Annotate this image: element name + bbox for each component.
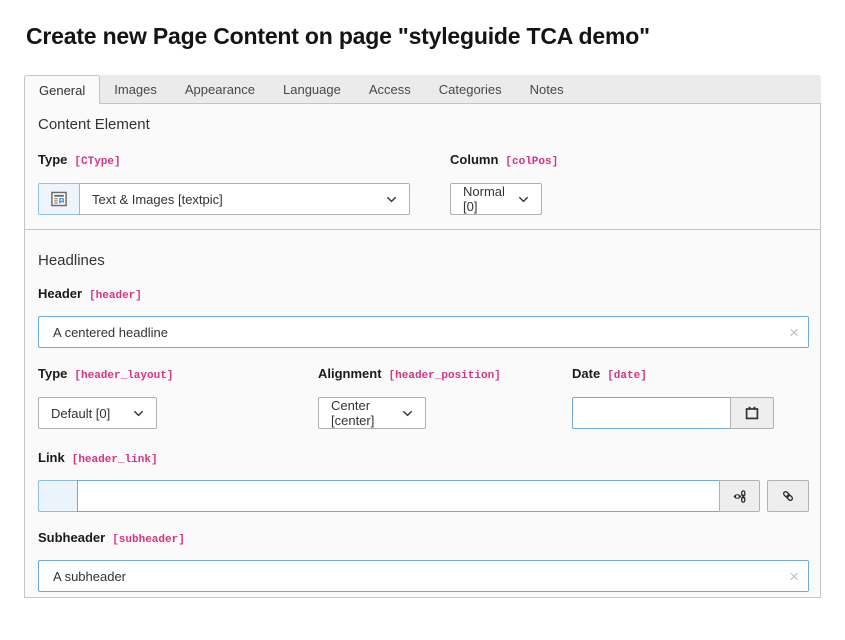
- colpos-select[interactable]: Normal [0]: [450, 183, 542, 215]
- tab-bar: General Images Appearance Language Acces…: [24, 75, 821, 103]
- field-code: [header_layout]: [74, 370, 173, 382]
- field-code: [date]: [607, 370, 647, 382]
- field-code: [header_position]: [389, 370, 501, 382]
- chevron-down-icon: [400, 406, 415, 421]
- ctype-select[interactable]: Text & Images [textpic]: [79, 183, 410, 215]
- section-heading: Content Element: [38, 116, 807, 134]
- link-type-addon: [38, 480, 78, 512]
- field-label-header-layout: Type [header_layout]: [38, 366, 318, 384]
- tab-access[interactable]: Access: [355, 75, 425, 103]
- selected-option: Normal [0]: [463, 184, 506, 214]
- date-input[interactable]: [572, 397, 731, 429]
- preview-link-icon: [731, 488, 748, 505]
- tab-notes[interactable]: Notes: [516, 75, 578, 103]
- field-label-colpos: Column [colPos]: [450, 152, 807, 170]
- section-heading: Headlines: [38, 252, 807, 270]
- record-edit-form: General Images Appearance Language Acces…: [24, 75, 821, 598]
- label-text: Header: [38, 286, 82, 301]
- tab-appearance[interactable]: Appearance: [171, 75, 269, 103]
- header-position-select[interactable]: Center [center]: [318, 397, 426, 429]
- section-content-element: Content Element Type [CType] Column [colPo…: [24, 103, 821, 230]
- header-layout-select[interactable]: Default [0]: [38, 397, 157, 429]
- tab-categories[interactable]: Categories: [425, 75, 516, 103]
- field-code: [CType]: [74, 156, 120, 168]
- label-text: Alignment: [318, 366, 382, 381]
- page-title: Create new Page Content on page "stylegu…: [26, 23, 650, 50]
- chevron-down-icon: [516, 192, 531, 207]
- label-text: Subheader: [38, 530, 105, 545]
- label-text: Link: [38, 450, 65, 465]
- tab-language[interactable]: Language: [269, 75, 355, 103]
- field-code: [colPos]: [505, 156, 558, 168]
- date-picker-button[interactable]: [730, 397, 774, 429]
- calendar-icon: [744, 405, 760, 421]
- chevron-down-icon: [131, 406, 146, 421]
- label-text: Type: [38, 152, 67, 167]
- clear-input-button[interactable]: ×: [789, 316, 799, 348]
- tab-general[interactable]: General: [24, 75, 100, 104]
- link-browser-icon: [780, 488, 796, 504]
- field-label-date: Date [date]: [572, 366, 807, 384]
- label-text: Date: [572, 366, 600, 381]
- selected-option: Default [0]: [51, 406, 110, 421]
- link-browser-button[interactable]: [767, 480, 809, 512]
- field-label-header-position: Alignment [header_position]: [318, 366, 572, 384]
- field-code: [header]: [89, 290, 142, 302]
- field-label-subheader: Subheader [subheader]: [38, 530, 807, 548]
- section-headlines: Headlines Header [header] × Type [header_l…: [24, 230, 821, 598]
- tab-images[interactable]: Images: [100, 75, 171, 103]
- label-text: Column: [450, 152, 498, 167]
- textpic-icon: [38, 183, 80, 215]
- field-code: [header_link]: [72, 454, 158, 466]
- selected-option: Center [center]: [331, 398, 390, 428]
- header-input[interactable]: [38, 316, 809, 348]
- chevron-down-icon: [384, 192, 399, 207]
- link-explanation-toggle-button[interactable]: [719, 480, 760, 512]
- field-label-ctype: Type [CType]: [38, 152, 450, 170]
- subheader-input[interactable]: [38, 560, 809, 592]
- field-code: [subheader]: [112, 534, 185, 546]
- field-label-header-link: Link [header_link]: [38, 450, 807, 468]
- field-label-header: Header [header]: [38, 286, 807, 304]
- label-text: Type: [38, 366, 67, 381]
- clear-input-button[interactable]: ×: [789, 560, 799, 592]
- header-link-input[interactable]: [77, 480, 720, 512]
- selected-option: Text & Images [textpic]: [92, 192, 223, 207]
